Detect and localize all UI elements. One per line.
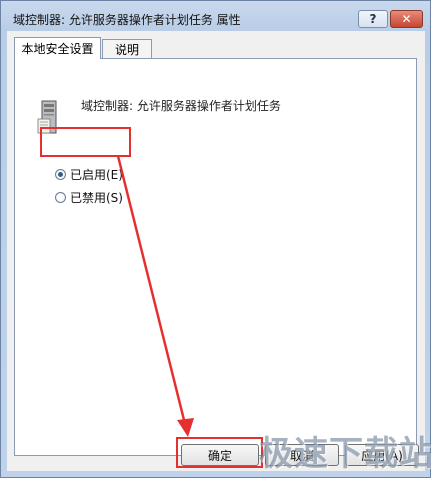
watermark-text: 极速下载站 [259, 434, 431, 474]
tab-label: 本地安全设置 [21, 42, 94, 56]
arrow-head [177, 418, 194, 437]
tab-local-security-setting[interactable]: 本地安全设置 [14, 37, 101, 59]
annotation-arrow [116, 155, 194, 437]
